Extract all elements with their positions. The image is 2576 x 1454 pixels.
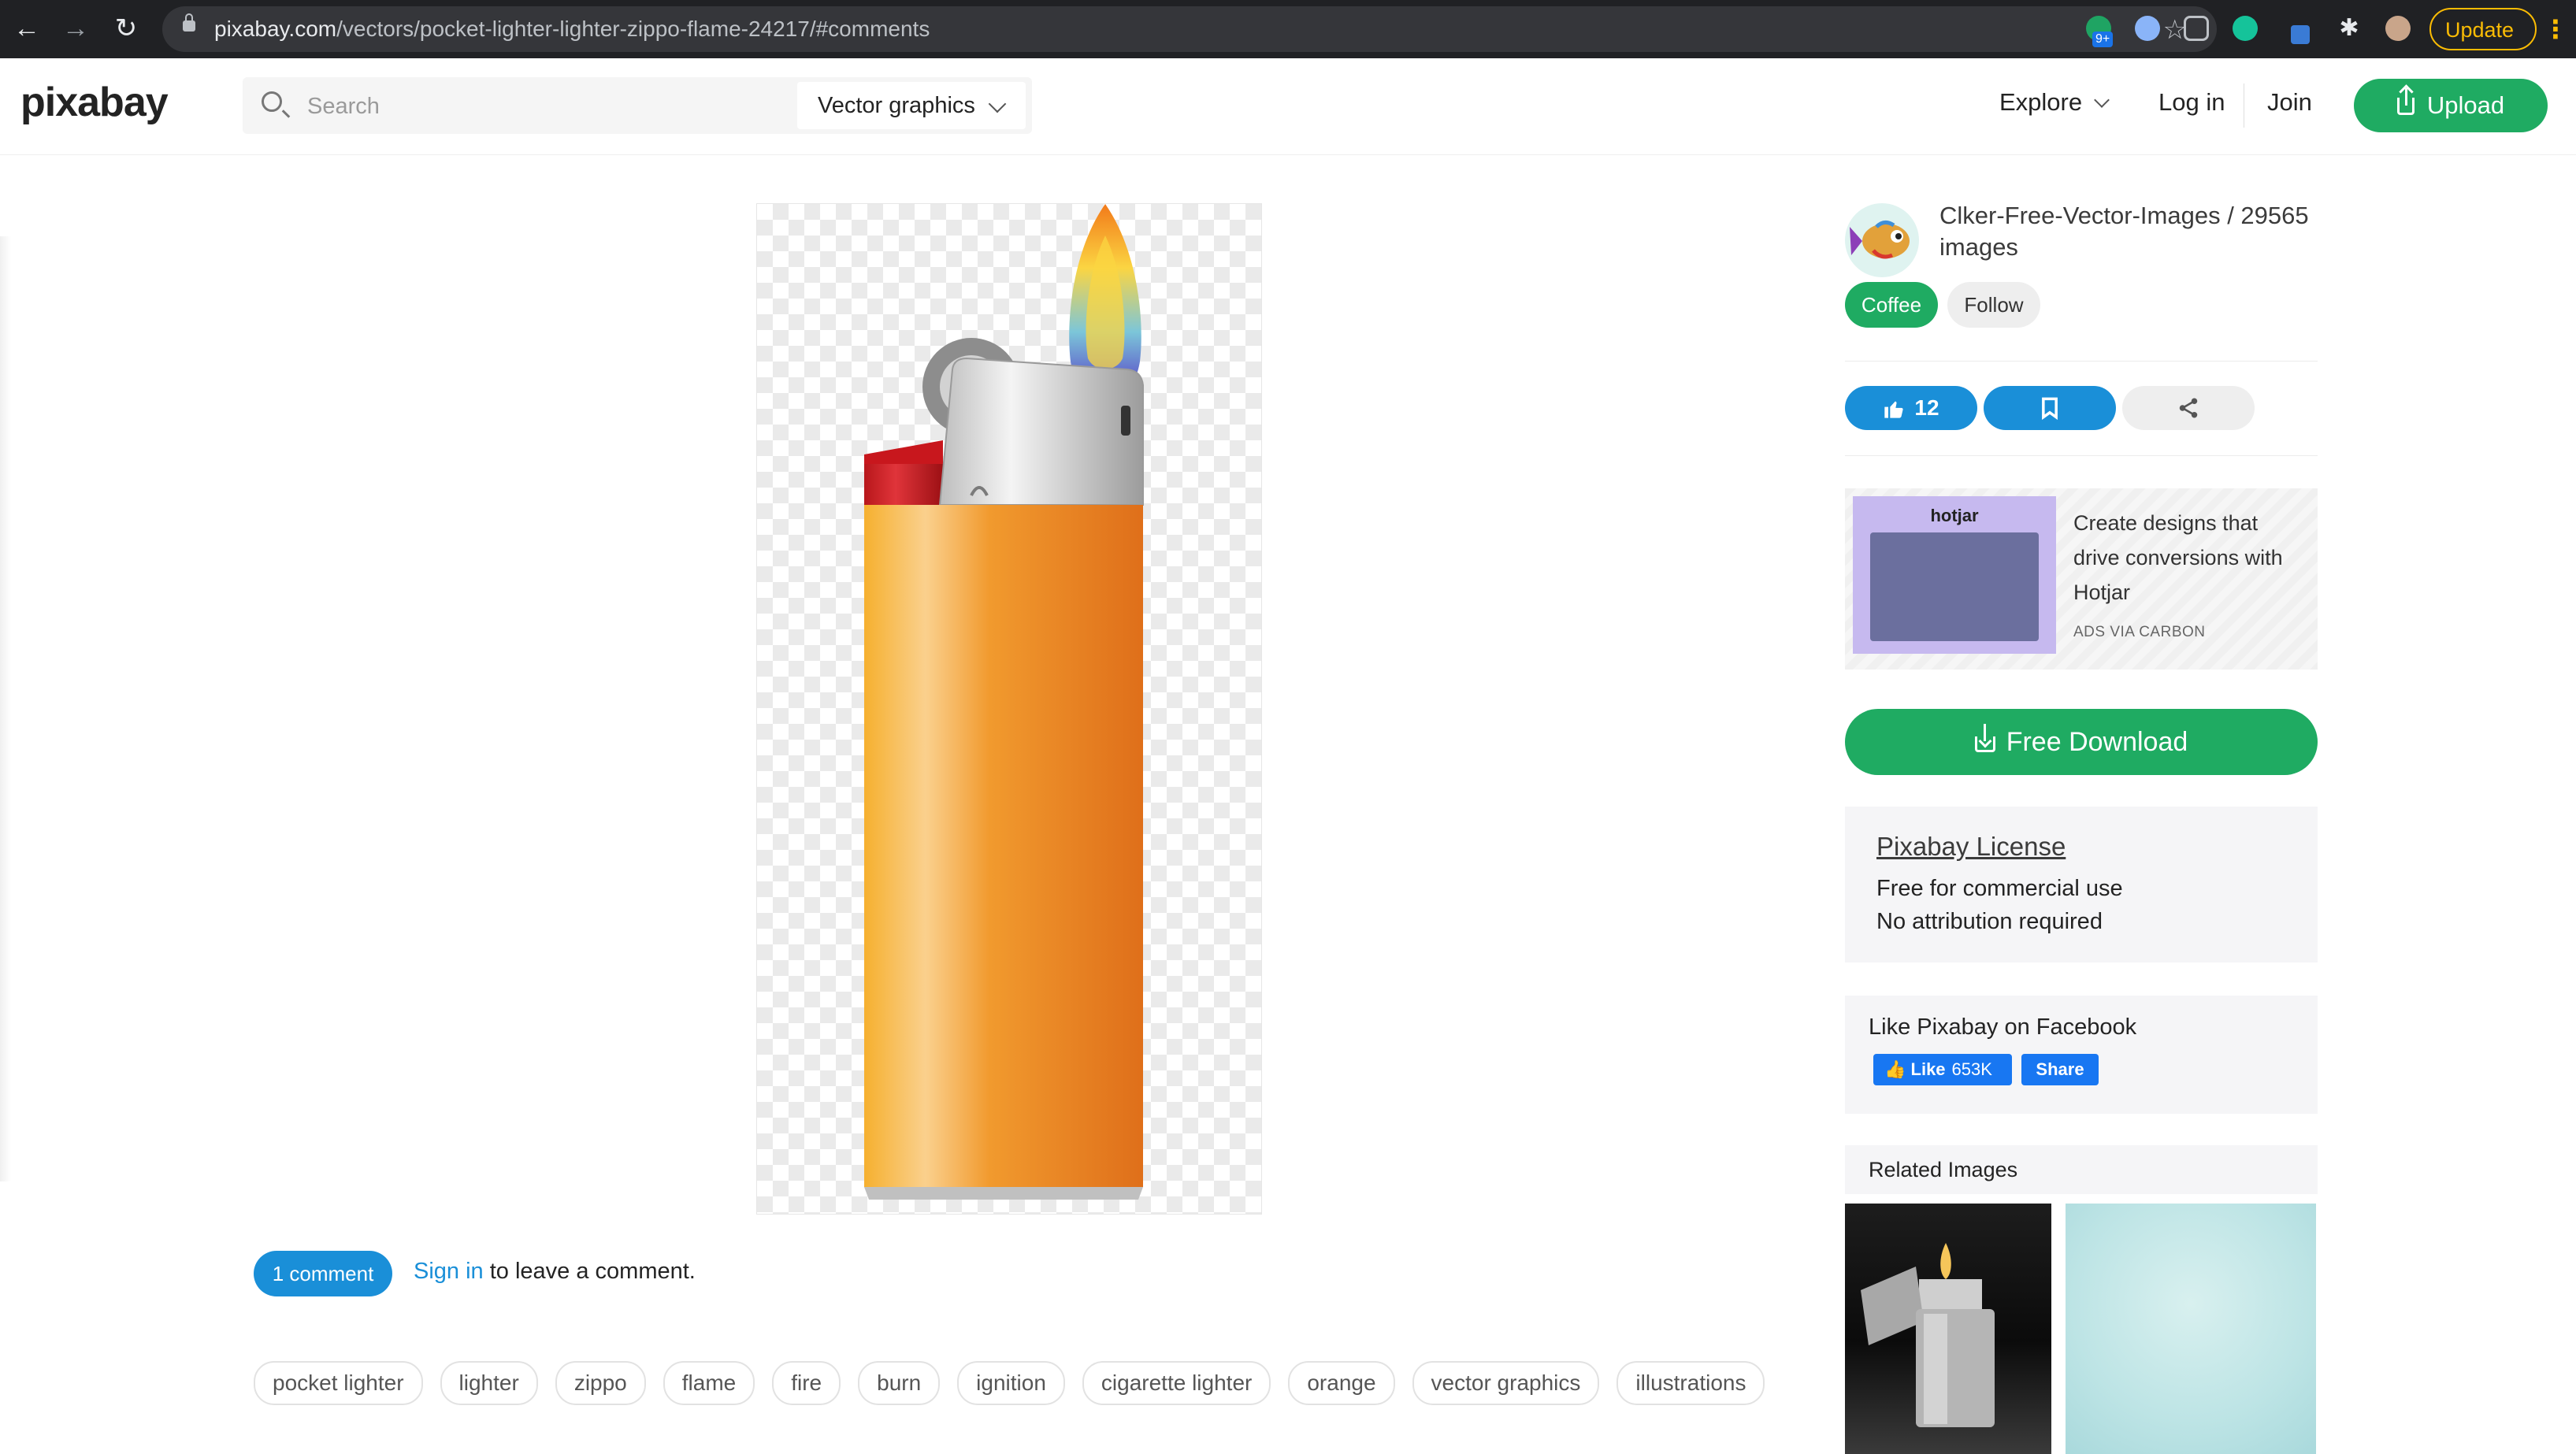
ad-via-label[interactable]: ADS VIA CARBON xyxy=(2073,624,2206,641)
tag[interactable]: vector graphics xyxy=(1412,1361,1600,1405)
media-type-label: Vector graphics xyxy=(818,93,975,118)
tag[interactable]: lighter xyxy=(440,1361,538,1405)
pocket-icon[interactable] xyxy=(2184,16,2209,41)
search-icon[interactable] xyxy=(262,91,282,112)
extension-icon[interactable] xyxy=(2135,16,2160,41)
browser-toolbar: ← → ↻ pixabay.com/vectors/pocket-lighter… xyxy=(0,0,2576,58)
tag[interactable]: flame xyxy=(663,1361,755,1405)
explore-label: Explore xyxy=(1999,88,2083,116)
url-text: pixabay.com/vectors/pocket-lighter-light… xyxy=(214,17,930,41)
extension-icon[interactable] xyxy=(2291,25,2310,44)
pixabay-logo[interactable]: pixabay xyxy=(20,79,169,126)
lock-icon xyxy=(183,13,195,32)
license-box: Pixabay License Free for commercial use … xyxy=(1845,807,2318,963)
search-bar: Vector graphics xyxy=(243,77,1032,134)
site-header: pixabay Vector graphics Explore Log in J… xyxy=(0,58,2576,155)
bookmark-button[interactable] xyxy=(1984,386,2116,430)
free-download-button[interactable]: Free Download xyxy=(1845,709,2318,775)
search-input[interactable] xyxy=(306,90,797,123)
carbon-ad[interactable]: hotjar Create designs that drive convers… xyxy=(1845,488,2318,670)
related-image-texture[interactable] xyxy=(2066,1204,2316,1454)
fb-like-count: 653K xyxy=(1951,1059,1992,1079)
share-button[interactable] xyxy=(2122,386,2255,430)
thumbs-up-icon: 👍 xyxy=(1884,1059,1911,1079)
tag-list: pocket lighter lighter zippo flame fire … xyxy=(254,1361,1765,1405)
chevron-down-icon xyxy=(988,95,1007,113)
address-bar[interactable]: pixabay.com/vectors/pocket-lighter-light… xyxy=(162,6,2217,52)
extension-badge: 9+ xyxy=(2092,32,2114,47)
download-label: Free Download xyxy=(2006,727,2188,757)
tag[interactable]: illustrations xyxy=(1616,1361,1765,1405)
ad-screenshot xyxy=(1870,532,2039,641)
bookmark-icon xyxy=(2042,397,2058,420)
related-images-header: Related Images xyxy=(1845,1145,2318,1194)
like-count: 12 xyxy=(1914,395,1939,420)
ad-image[interactable]: hotjar xyxy=(1853,496,2056,654)
explore-menu[interactable]: Explore xyxy=(1999,88,2110,117)
image-preview[interactable] xyxy=(756,203,1262,1215)
menu-kebab-icon[interactable]: ⋮ xyxy=(2543,14,2568,44)
upload-label: Upload xyxy=(2426,91,2505,119)
divider xyxy=(1845,455,2318,456)
media-type-select[interactable]: Vector graphics xyxy=(797,82,1026,129)
ad-brand: hotjar xyxy=(1930,506,1979,525)
reload-icon[interactable]: ↻ xyxy=(109,11,143,46)
tag[interactable]: fire xyxy=(772,1361,841,1405)
download-icon xyxy=(1974,724,1995,752)
back-arrow-icon[interactable]: ← xyxy=(9,11,44,46)
coffee-button[interactable]: Coffee xyxy=(1845,282,1938,328)
facebook-box: Like Pixabay on Facebook 👍 Like 653K Shar… xyxy=(1845,996,2318,1114)
zippo-thumbnail xyxy=(1861,1243,1995,1427)
like-button[interactable]: 12 xyxy=(1845,386,1977,430)
upload-icon xyxy=(2396,88,2415,115)
author-avatar[interactable] xyxy=(1845,203,1919,277)
share-icon xyxy=(2179,398,2198,418)
related-image-zippo[interactable] xyxy=(1845,1204,2051,1454)
lighter-illustration xyxy=(864,204,1144,1200)
avatar[interactable] xyxy=(2385,16,2411,41)
license-attribution: No attribution required xyxy=(1876,909,2103,934)
puzzle-icon[interactable]: ✱ xyxy=(2337,16,2362,41)
forward-arrow-icon[interactable]: → xyxy=(58,11,93,46)
author-name[interactable]: Clker-Free-Vector-Images / 29565 images xyxy=(1939,200,2333,263)
related-title: Related Images xyxy=(1869,1158,2018,1181)
edge-shadow xyxy=(0,236,11,1181)
tag[interactable]: pocket lighter xyxy=(254,1361,423,1405)
comment-count-badge[interactable]: 1 comment xyxy=(254,1251,392,1296)
sign-in-link[interactable]: Sign in xyxy=(414,1259,484,1284)
facebook-title: Like Pixabay on Facebook xyxy=(1869,1014,2137,1040)
license-link[interactable]: Pixabay License xyxy=(1876,832,2066,862)
comment-prompt: Sign in to leave a comment. xyxy=(414,1259,696,1285)
tag[interactable]: cigarette lighter xyxy=(1082,1361,1271,1405)
facebook-like-button[interactable]: 👍 Like 653K xyxy=(1873,1054,2012,1085)
fish-icon xyxy=(1850,221,1910,259)
grammarly-icon[interactable] xyxy=(2233,16,2258,41)
fb-like-label: Like xyxy=(1910,1059,1946,1079)
login-link[interactable]: Log in xyxy=(2158,88,2225,117)
thumbs-up-icon xyxy=(1884,401,1904,418)
tag[interactable]: orange xyxy=(1288,1361,1395,1405)
chevron-down-icon xyxy=(2094,92,2110,108)
follow-button[interactable]: Follow xyxy=(1947,282,2040,328)
tag[interactable]: ignition xyxy=(957,1361,1065,1405)
tag[interactable]: burn xyxy=(858,1361,941,1405)
license-commercial: Free for commercial use xyxy=(1876,876,2123,901)
divider xyxy=(1845,361,2318,362)
update-button[interactable]: Update xyxy=(2429,8,2537,50)
ad-copy[interactable]: Create designs that drive conversions wi… xyxy=(2073,506,2310,610)
upload-button[interactable]: Upload xyxy=(2354,79,2548,132)
join-link[interactable]: Join xyxy=(2267,88,2312,117)
tag[interactable]: zippo xyxy=(555,1361,646,1405)
facebook-share-button[interactable]: Share xyxy=(2021,1054,2099,1085)
comment-prompt-text: to leave a comment. xyxy=(483,1259,696,1284)
